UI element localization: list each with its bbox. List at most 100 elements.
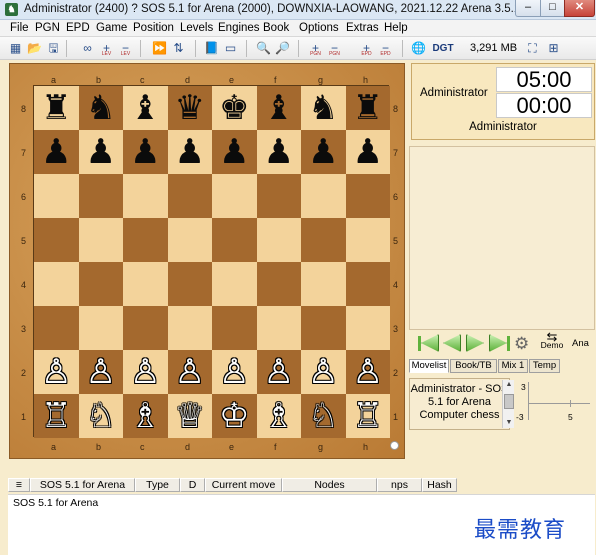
next-move-button[interactable] bbox=[466, 334, 484, 352]
maximize-button[interactable]: □ bbox=[540, 0, 565, 17]
open-folder-icon[interactable]: 📂 bbox=[26, 40, 43, 57]
square-f1[interactable]: ♗ bbox=[256, 394, 301, 438]
square-a8[interactable]: ♜ bbox=[34, 86, 79, 130]
zoom-out-icon[interactable]: 🔎 bbox=[274, 40, 291, 57]
square-c2[interactable]: ♙ bbox=[123, 350, 168, 394]
square-b1[interactable]: ♘ bbox=[78, 394, 123, 438]
square-c1[interactable]: ♗ bbox=[123, 394, 168, 438]
globe-icon[interactable]: 🌐 bbox=[410, 40, 427, 57]
square-c6[interactable] bbox=[123, 174, 168, 218]
tab-movelist[interactable]: Movelist bbox=[409, 359, 449, 373]
menu-epd[interactable]: EPD bbox=[66, 22, 90, 34]
last-move-button[interactable] bbox=[489, 334, 507, 352]
demo-button[interactable]: ⇆ Demo bbox=[540, 330, 564, 350]
pgn-remove-icon[interactable]: − PGN bbox=[326, 40, 343, 57]
square-f8[interactable]: ♝ bbox=[256, 86, 301, 130]
square-c4[interactable] bbox=[123, 262, 168, 306]
square-g7[interactable]: ♟ bbox=[301, 130, 346, 174]
square-g8[interactable]: ♞ bbox=[301, 86, 346, 130]
square-e1[interactable]: ♔ bbox=[212, 394, 257, 438]
square-e3[interactable] bbox=[212, 306, 257, 350]
column-nodes[interactable]: Nodes bbox=[282, 478, 377, 492]
square-h6[interactable] bbox=[345, 174, 390, 218]
square-g3[interactable] bbox=[301, 306, 346, 350]
square-h8[interactable]: ♜ bbox=[345, 86, 390, 130]
square-h2[interactable]: ♙ bbox=[345, 350, 390, 394]
square-c3[interactable] bbox=[123, 306, 168, 350]
vao-icon[interactable]: ▭ bbox=[222, 40, 239, 57]
square-e8[interactable]: ♚ bbox=[212, 86, 257, 130]
square-f3[interactable] bbox=[256, 306, 301, 350]
square-b3[interactable] bbox=[78, 306, 123, 350]
flip-icon[interactable]: ⇅ bbox=[170, 40, 187, 57]
menu-help[interactable]: Help bbox=[384, 22, 408, 34]
infinite-icon[interactable]: ∞ bbox=[79, 40, 96, 57]
square-d5[interactable] bbox=[167, 218, 212, 262]
tab-book-tb[interactable]: Book/TB bbox=[450, 359, 497, 373]
first-move-icon[interactable] bbox=[418, 336, 421, 351]
square-e6[interactable] bbox=[212, 174, 257, 218]
tab-mix-1[interactable]: Mix 1 bbox=[498, 359, 528, 373]
menu-engines[interactable]: Engines bbox=[218, 22, 260, 34]
square-f6[interactable] bbox=[256, 174, 301, 218]
menu-options[interactable]: Options bbox=[299, 22, 339, 34]
square-g4[interactable] bbox=[301, 262, 346, 306]
analysis-button[interactable]: Ana bbox=[572, 338, 589, 349]
square-e5[interactable] bbox=[212, 218, 257, 262]
square-a2[interactable]: ♙ bbox=[34, 350, 79, 394]
square-a6[interactable] bbox=[34, 174, 79, 218]
book-icon[interactable]: 📘 bbox=[203, 40, 220, 57]
column-hash[interactable]: Hash bbox=[422, 478, 457, 492]
square-a1[interactable]: ♖ bbox=[34, 394, 79, 438]
square-b4[interactable] bbox=[78, 262, 123, 306]
menu-position[interactable]: Position bbox=[133, 22, 174, 34]
square-e4[interactable] bbox=[212, 262, 257, 306]
square-b2[interactable]: ♙ bbox=[78, 350, 123, 394]
square-b6[interactable] bbox=[78, 174, 123, 218]
square-d8[interactable]: ♛ bbox=[167, 86, 212, 130]
square-c8[interactable]: ♝ bbox=[123, 86, 168, 130]
board-setup-icon[interactable]: ▦ bbox=[7, 40, 24, 57]
menu-file[interactable]: File bbox=[10, 22, 29, 34]
square-c7[interactable]: ♟ bbox=[123, 130, 168, 174]
square-g6[interactable] bbox=[301, 174, 346, 218]
square-h7[interactable]: ♟ bbox=[345, 130, 390, 174]
epd-remove-icon[interactable]: − EPD bbox=[377, 40, 394, 57]
square-a3[interactable] bbox=[34, 306, 79, 350]
square-f7[interactable]: ♟ bbox=[256, 130, 301, 174]
square-d3[interactable] bbox=[167, 306, 212, 350]
square-b8[interactable]: ♞ bbox=[78, 86, 123, 130]
square-g2[interactable]: ♙ bbox=[301, 350, 346, 394]
square-b5[interactable] bbox=[78, 218, 123, 262]
square-h3[interactable] bbox=[345, 306, 390, 350]
square-h1[interactable]: ♖ bbox=[345, 394, 390, 438]
epd-add-icon[interactable]: + EPD bbox=[358, 40, 375, 57]
engine-menu-icon[interactable]: ≡ bbox=[8, 478, 30, 492]
menu-extras[interactable]: Extras bbox=[346, 22, 379, 34]
square-a4[interactable] bbox=[34, 262, 79, 306]
square-d1[interactable]: ♕ bbox=[167, 394, 212, 438]
column-type[interactable]: Type bbox=[135, 478, 180, 492]
previous-move-button[interactable] bbox=[443, 334, 461, 352]
dgt-icon[interactable]: DGT bbox=[432, 40, 454, 57]
menu-game[interactable]: Game bbox=[96, 22, 127, 34]
square-d2[interactable]: ♙ bbox=[167, 350, 212, 394]
zoom-in-icon[interactable]: 🔍 bbox=[255, 40, 272, 57]
close-button[interactable]: ✕ bbox=[564, 0, 595, 17]
first-move-button[interactable] bbox=[421, 334, 439, 352]
square-f4[interactable] bbox=[256, 262, 301, 306]
fullscreen-icon[interactable]: ⛶ bbox=[524, 40, 541, 57]
square-b7[interactable]: ♟ bbox=[78, 130, 123, 174]
column-current-move[interactable]: Current move bbox=[205, 478, 282, 492]
square-h4[interactable] bbox=[345, 262, 390, 306]
scroll-up-icon[interactable]: ▲ bbox=[503, 380, 515, 390]
square-f5[interactable] bbox=[256, 218, 301, 262]
square-e2[interactable]: ♙ bbox=[212, 350, 257, 394]
column-nps[interactable]: nps bbox=[377, 478, 422, 492]
scroll-down-icon[interactable]: ▼ bbox=[503, 418, 515, 428]
menu-book[interactable]: Book bbox=[263, 22, 289, 34]
gear-icon[interactable]: ⚙ bbox=[514, 334, 529, 354]
square-a7[interactable]: ♟ bbox=[34, 130, 79, 174]
column-engine-name[interactable]: SOS 5.1 for Arena bbox=[30, 478, 135, 492]
square-c5[interactable] bbox=[123, 218, 168, 262]
